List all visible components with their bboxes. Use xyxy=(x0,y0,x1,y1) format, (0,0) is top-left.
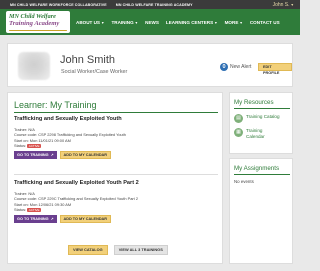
training-actions: VIEW CATALOG VIEW ALL 3 TRAININGS xyxy=(68,245,174,255)
resource-label: Training Catalog xyxy=(246,114,280,119)
calendar-icon: ▦ xyxy=(234,128,243,137)
nav-news[interactable]: NEWS xyxy=(145,20,159,25)
profile-role: Social Worker/Case Worker xyxy=(61,69,128,75)
caret-down-icon: ▼ xyxy=(134,20,139,25)
site-logo[interactable]: MN Child Welfare Training Academy xyxy=(6,11,70,33)
course-meta: Trainer: N/A Course code: CSP 2298 Traff… xyxy=(14,127,220,148)
profile-name: John Smith xyxy=(60,54,116,66)
nav-training[interactable]: TRAINING▼ xyxy=(111,20,138,25)
user-menu[interactable]: John S. ▼ xyxy=(273,0,294,9)
resources-divider xyxy=(234,108,290,109)
chevron-down-icon: ▼ xyxy=(290,2,294,7)
logo-line-1: MN Child Welfare xyxy=(9,13,56,20)
status-badge: ACTIVE xyxy=(27,143,42,148)
nav-contact-us[interactable]: CONTACT US xyxy=(250,20,280,25)
assignments-divider xyxy=(234,174,290,175)
course-divider xyxy=(14,174,218,175)
section-title: Learner: My Training xyxy=(14,100,97,110)
nav-learning-centers[interactable]: LEARNING CENTERS▼ xyxy=(166,20,218,25)
profile-panel: John Smith Social Worker/Case Worker 0 N… xyxy=(7,43,293,87)
view-all-trainings-button[interactable]: VIEW ALL 3 TRAININGS xyxy=(113,245,168,255)
status-badge: ACTIVE xyxy=(27,207,42,212)
logo-line-2: Training Academy xyxy=(9,20,60,27)
resource-label: Training Calendar xyxy=(246,128,265,139)
add-to-calendar-button[interactable]: ADD TO MY CALENDAR xyxy=(59,215,112,224)
alert-count-icon: 0 xyxy=(220,63,228,71)
main-navbar: MN Child Welfare Training Academy ABOUT … xyxy=(0,9,300,35)
user-name: John S. xyxy=(272,1,290,8)
my-assignments-panel: My Assignments No events xyxy=(229,158,293,264)
view-catalog-button[interactable]: VIEW CATALOG xyxy=(68,245,108,255)
assignments-title: My Assignments xyxy=(234,165,280,172)
add-to-calendar-button[interactable]: ADD TO MY CALENDAR xyxy=(59,151,112,160)
go-to-training-button[interactable]: GO TO TRAINING ↗ xyxy=(14,215,57,224)
workforce-collaborative-link[interactable]: MN CHILD WELFARE WORKFORCE COLLABORATIVE xyxy=(10,3,107,7)
course-card: Trafficking and Sexually Exploited Youth… xyxy=(14,180,220,224)
external-link-icon: ↗ xyxy=(50,153,54,158)
course-title: Trafficking and Sexually Exploited Youth xyxy=(14,116,122,122)
my-resources-panel: My Resources ▤ Training Catalog ▦ Traini… xyxy=(229,92,293,154)
go-to-training-button[interactable]: GO TO TRAINING ↗ xyxy=(14,151,57,160)
my-training-panel: Learner: My Training Trafficking and Sex… xyxy=(7,92,223,264)
resource-training-calendar[interactable]: ▦ Training Calendar xyxy=(234,128,276,140)
alert-label: New Alert xyxy=(230,64,252,70)
top-bar: MN CHILD WELFARE WORKFORCE COLLABORATIVE… xyxy=(0,0,300,9)
course-card: Trafficking and Sexually Exploited Youth… xyxy=(14,116,220,160)
resource-training-catalog[interactable]: ▤ Training Catalog xyxy=(234,114,280,123)
book-icon: ▤ xyxy=(234,114,243,123)
nav-menu: ABOUT US▼ TRAINING▼ NEWS LEARNING CENTER… xyxy=(76,9,287,35)
course-title: Trafficking and Sexually Exploited Youth… xyxy=(14,180,139,186)
nav-more[interactable]: MORE▼ xyxy=(225,20,243,25)
course-meta: Trainer: N/A Course code: CSP 229C Traff… xyxy=(14,191,220,212)
caret-down-icon: ▼ xyxy=(239,20,243,25)
alerts-link[interactable]: 0 New Alert xyxy=(220,63,251,71)
title-divider xyxy=(14,112,218,113)
no-events-text: No events xyxy=(234,179,254,184)
avatar xyxy=(18,52,50,80)
logo-swoosh xyxy=(9,29,67,31)
caret-down-icon: ▼ xyxy=(214,20,218,25)
nav-about-us[interactable]: ABOUT US▼ xyxy=(76,20,104,25)
course-status: Status: ACTIVE xyxy=(14,142,42,148)
resources-title: My Resources xyxy=(234,99,274,106)
edit-profile-button[interactable]: EDIT PROFILE xyxy=(258,63,292,75)
training-academy-link[interactable]: MN CHILD WELFARE TRAINING ACADEMY xyxy=(116,3,193,7)
caret-down-icon: ▼ xyxy=(101,20,105,25)
course-status: Status: ACTIVE xyxy=(14,206,42,212)
external-link-icon: ↗ xyxy=(50,217,54,222)
